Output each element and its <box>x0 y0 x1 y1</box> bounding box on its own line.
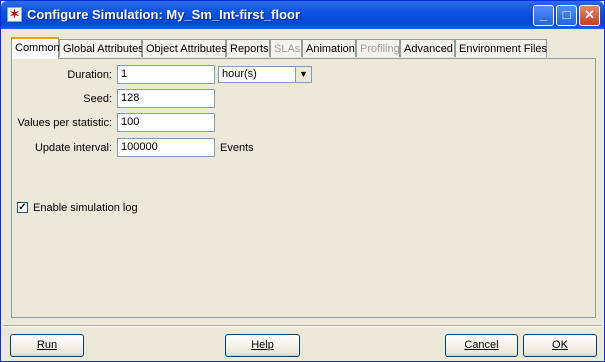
ok-button-label: OK <box>552 339 568 351</box>
tab-slas: SLAs <box>270 39 302 57</box>
minimize-button[interactable]: _ <box>533 5 554 26</box>
duration-unit-select[interactable]: hour(s) ▼ <box>218 66 312 83</box>
duration-label: Duration: <box>67 69 112 81</box>
tab-object-attributes[interactable]: Object Attributes <box>142 39 227 57</box>
seed-label: Seed: <box>83 93 112 105</box>
duration-unit-value: hour(s) <box>222 68 257 80</box>
enable-simulation-log-label: Enable simulation log <box>33 202 138 214</box>
values-per-statistic-label: Values per statistic: <box>17 117 112 129</box>
close-button[interactable]: ✕ <box>579 5 600 26</box>
values-per-statistic-input[interactable]: 100 <box>117 113 215 132</box>
update-interval-input[interactable]: 100000 <box>117 138 215 157</box>
tab-common[interactable]: Common <box>11 37 60 59</box>
tab-animation[interactable]: Animation <box>302 39 356 57</box>
chevron-down-icon[interactable]: ▼ <box>295 67 311 82</box>
app-icon: ✶ <box>7 7 22 22</box>
tab-advanced[interactable]: Advanced <box>400 39 455 57</box>
tab-reports[interactable]: Reports <box>226 39 270 57</box>
ok-button[interactable]: OK <box>523 334 597 357</box>
cancel-button-label: Cancel <box>464 339 499 351</box>
configure-simulation-dialog: ✶ Configure Simulation: My_Sm_Int-first_… <box>0 0 605 362</box>
enable-simulation-log-checkbox[interactable]: ✓ <box>17 202 28 213</box>
window-title: Configure Simulation: My_Sm_Int-first_fl… <box>27 7 301 22</box>
cancel-button[interactable]: Cancel <box>445 334 518 357</box>
maximize-button[interactable]: □ <box>556 5 577 26</box>
run-button-label: Run <box>36 339 58 351</box>
run-button[interactable]: Run <box>10 334 84 357</box>
button-separator <box>3 325 602 327</box>
help-button[interactable]: Help <box>225 334 300 357</box>
tab-profiling: Profiling <box>356 39 400 57</box>
title-bar[interactable]: ✶ Configure Simulation: My_Sm_Int-first_… <box>1 1 604 29</box>
update-interval-label: Update interval: <box>34 142 112 154</box>
help-button-label: Help <box>251 339 274 351</box>
duration-input[interactable]: 1 <box>117 65 215 84</box>
seed-input[interactable]: 128 <box>117 89 215 108</box>
tab-environment-files[interactable]: Environment Files <box>455 39 547 57</box>
tab-global-attributes[interactable]: Global Attributes <box>59 39 144 57</box>
update-interval-unit: Events <box>220 142 254 154</box>
